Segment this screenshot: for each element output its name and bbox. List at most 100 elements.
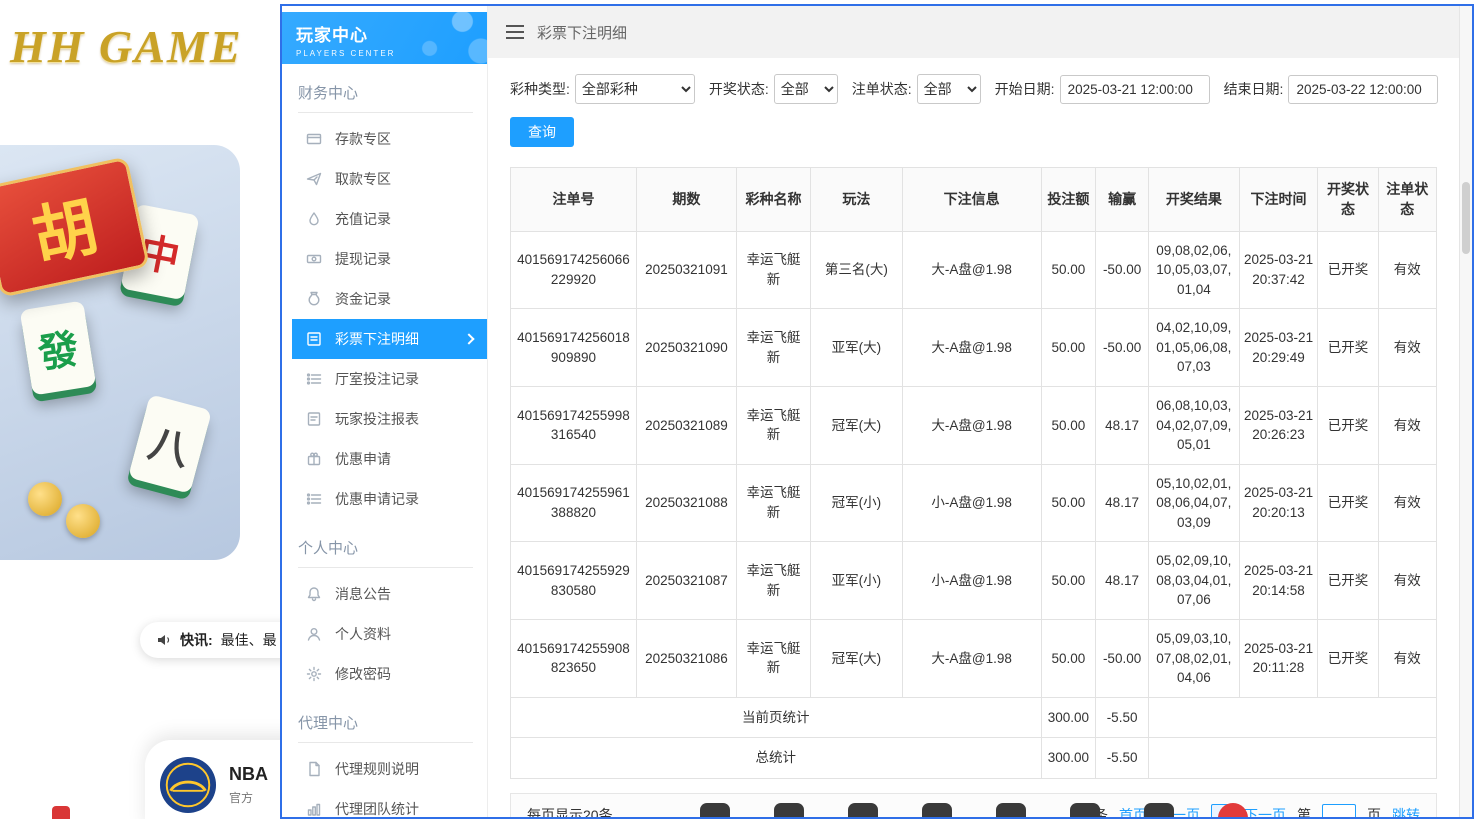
lottery-detail-icon (306, 331, 322, 347)
sidebar-section: 个人中心 消息公告 个人资料 修改密码 (282, 537, 487, 694)
cell-bet-status: 有效 (1378, 464, 1436, 542)
sidebar-item-messages[interactable]: 消息公告 (282, 574, 487, 614)
main-content: 彩种类型: 全部彩种 开奖状态: 全部 注单状态: 全部 开始日期: 结束日期:… (488, 58, 1459, 819)
page-title: 彩票下注明细 (537, 22, 627, 43)
scrollbar-track[interactable] (1459, 6, 1472, 817)
sidebar-item-label: 存款专区 (335, 129, 391, 149)
summary-label: 当前页统计 (511, 697, 1042, 738)
main-panel: 彩票下注明细 彩种类型: 全部彩种 开奖状态: 全部 注单状态: 全部 开始日期… (488, 6, 1459, 817)
megaphone-icon[interactable] (1218, 803, 1248, 819)
start-date-input[interactable] (1060, 75, 1210, 104)
col-header: 注单号 (511, 168, 637, 232)
sidebar-item-lottery-bet-details[interactable]: 彩票下注明细 (292, 319, 487, 359)
sidebar-item-change-password[interactable]: 修改密码 (282, 654, 487, 694)
sidebar-item-label: 消息公告 (335, 584, 391, 604)
cell-bet-id: 401569174256066229920 (511, 231, 637, 309)
sidebar-item-player-bet-report[interactable]: 玩家投注报表 (282, 399, 487, 439)
filter-label: 结束日期: (1224, 79, 1284, 99)
headset-icon[interactable] (1144, 803, 1174, 819)
cell-period: 20250321090 (636, 309, 736, 387)
col-header: 输赢 (1096, 168, 1149, 232)
cell-period: 20250321087 (636, 542, 736, 620)
cell-bet-amount: 50.00 (1041, 464, 1096, 542)
table-row: 401569174255929830580 20250321087 幸运飞艇新 … (511, 542, 1437, 620)
cell-win-loss: -50.00 (1096, 231, 1149, 309)
filter-label: 开奖状态: (709, 79, 769, 99)
chart-icon[interactable] (848, 803, 878, 819)
sidebar-item-fund-records[interactable]: 资金记录 (282, 279, 487, 319)
sidebar-item-agent-team-stats[interactable]: 代理团队统计 (282, 789, 487, 817)
cell-play-type: 冠军(大) (811, 386, 903, 464)
cell-bet-info: 大-A盘@1.98 (902, 309, 1041, 387)
sidebar-item-label: 个人资料 (335, 624, 391, 644)
sidebar-item-deposit[interactable]: 存款专区 (282, 119, 487, 159)
summary-row: 当前页统计 300.00 -5.50 (511, 697, 1437, 738)
sidebar-item-agent-rules[interactable]: 代理规则说明 (282, 749, 487, 789)
cell-play-type: 亚军(小) (811, 542, 903, 620)
menu-icon[interactable] (506, 25, 524, 39)
promo-records-icon (306, 491, 322, 507)
speaker-icon (156, 632, 172, 648)
cell-draw-result: 05,10,02,01,08,06,04,07,03,09 (1148, 464, 1239, 542)
cell-draw-result: 06,08,10,03,04,02,07,09,05,01 (1148, 386, 1239, 464)
cell-bet-time: 2025-03-21 20:37:42 (1239, 231, 1318, 309)
funds-icon (306, 291, 322, 307)
section-items: 消息公告 个人资料 修改密码 (282, 574, 487, 694)
cell-win-loss: -50.00 (1096, 309, 1149, 387)
summary-winloss-total: -5.50 (1096, 738, 1149, 779)
filter-group: 开始日期: (995, 75, 1210, 104)
cell-draw-status: 已开奖 (1318, 386, 1378, 464)
sidebar-item-label: 取款专区 (335, 169, 391, 189)
apps-icon[interactable] (700, 803, 730, 819)
summary-empty (1148, 738, 1436, 779)
cell-bet-info: 大-A盘@1.98 (902, 231, 1041, 309)
filter-label: 注单状态: (852, 79, 912, 99)
search-button[interactable]: 查询 (510, 117, 574, 147)
cell-play-type: 冠军(大) (811, 620, 903, 698)
table-row: 401569174255961388820 20250321088 幸运飞艇新 … (511, 464, 1437, 542)
sidebar: 玩家中心 PLAYERS CENTER 财务中心 存款专区 取款专区 充值记录 … (282, 6, 488, 817)
end-date-input[interactable] (1288, 75, 1438, 104)
table-row: 401569174255908823650 20250321086 幸运飞艇新 … (511, 620, 1437, 698)
phone-icon[interactable] (774, 803, 804, 819)
summary-winloss-total: -5.50 (1096, 697, 1149, 738)
filter-bar: 彩种类型: 全部彩种 开奖状态: 全部 注单状态: 全部 开始日期: 结束日期: (510, 74, 1437, 104)
sidebar-section: 财务中心 存款专区 取款专区 充值记录 提现记录 资金记录 彩票下注明细 厅室投… (282, 82, 487, 519)
cell-draw-result: 05,02,09,10,08,03,04,01,07,06 (1148, 542, 1239, 620)
summary-bet-total: 300.00 (1041, 738, 1096, 779)
cell-bet-time: 2025-03-21 20:29:49 (1239, 309, 1318, 387)
scrollbar-thumb[interactable] (1462, 182, 1470, 254)
player-report-icon (306, 411, 322, 427)
nba-card-subtitle: 官方 (229, 789, 268, 806)
sidebar-item-profile[interactable]: 个人资料 (282, 614, 487, 654)
cell-draw-status: 已开奖 (1318, 464, 1378, 542)
monitor-icon[interactable] (996, 803, 1026, 819)
sidebar-item-promo-apply-records[interactable]: 优惠申请记录 (282, 479, 487, 519)
profile-icon (306, 626, 322, 642)
lottery-type-select[interactable]: 全部彩种 (575, 74, 695, 104)
sidebar-item-hall-bet-records[interactable]: 厅室投注记录 (282, 359, 487, 399)
team-icon[interactable] (922, 803, 952, 819)
bottom-icons (488, 803, 1459, 819)
gift-icon[interactable] (1070, 803, 1100, 819)
cell-bet-id: 401569174256018909890 (511, 309, 637, 387)
mahjong-tile: 八 (128, 394, 212, 494)
sidebar-item-withdraw[interactable]: 取款专区 (282, 159, 487, 199)
sidebar-item-label: 代理团队统计 (335, 799, 419, 817)
draw-status-select[interactable]: 全部 (774, 74, 838, 104)
cell-lottery-name: 幸运飞艇新 (736, 309, 810, 387)
sidebar-item-label: 优惠申请 (335, 449, 391, 469)
sidebar-item-cashout-records[interactable]: 提现记录 (282, 239, 487, 279)
sidebar-menu: 财务中心 存款专区 取款专区 充值记录 提现记录 资金记录 彩票下注明细 厅室投… (282, 82, 487, 817)
cell-bet-amount: 50.00 (1041, 620, 1096, 698)
cell-draw-result: 05,09,03,10,07,08,02,01,04,06 (1148, 620, 1239, 698)
agent-rules-icon (306, 761, 322, 777)
cell-lottery-name: 幸运飞艇新 (736, 464, 810, 542)
cell-lottery-name: 幸运飞艇新 (736, 231, 810, 309)
cell-bet-time: 2025-03-21 20:26:23 (1239, 386, 1318, 464)
bet-status-select[interactable]: 全部 (917, 74, 981, 104)
cell-bet-status: 有效 (1378, 309, 1436, 387)
sidebar-item-promo-apply[interactable]: 优惠申请 (282, 439, 487, 479)
cell-draw-status: 已开奖 (1318, 542, 1378, 620)
sidebar-item-recharge-records[interactable]: 充值记录 (282, 199, 487, 239)
